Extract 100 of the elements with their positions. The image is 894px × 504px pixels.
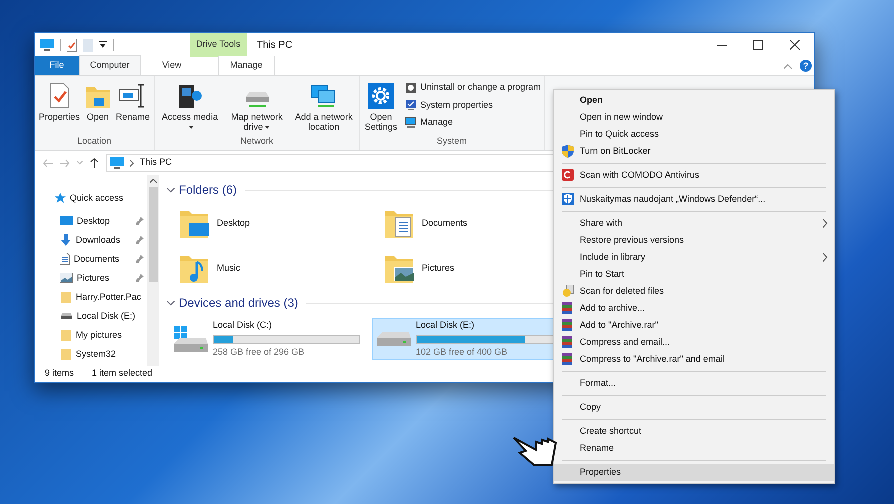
dropdown-icon[interactable] (99, 41, 107, 49)
address-path[interactable]: This PC (140, 156, 172, 170)
pin-icon[interactable] (136, 255, 144, 263)
menu-item[interactable]: Nuskaitymas naudojant „Windows Defender“... (554, 191, 834, 208)
status-item-count: 9 items (45, 367, 74, 380)
menu-item[interactable]: Open in new window (554, 109, 834, 126)
menu-item[interactable]: Copy (554, 399, 834, 416)
drive-icon (60, 312, 73, 320)
help-button[interactable]: ? (800, 60, 812, 72)
close-icon (790, 40, 800, 50)
folder-name[interactable]: Desktop (217, 217, 250, 231)
drive-name: Local Disk (C:) (213, 319, 274, 332)
menu-item[interactable]: Format... (554, 375, 834, 392)
drive-name: Local Disk (E:) (416, 319, 476, 332)
pin-icon[interactable] (136, 236, 144, 244)
contextual-tab-header: Drive Tools (190, 33, 247, 57)
maximize-icon (753, 40, 763, 50)
menu-item[interactable]: Add to archive... (554, 300, 834, 317)
media-tower-icon (177, 83, 204, 109)
back-arrow-icon[interactable] (43, 158, 53, 168)
scrollbar-thumb[interactable] (148, 187, 158, 282)
folder-icon (85, 85, 112, 109)
archive-books-icon (562, 302, 572, 314)
menu-item[interactable]: Pin to Start (554, 266, 834, 283)
folder-icon (60, 291, 72, 303)
minimize-icon (717, 44, 727, 46)
drive-tile[interactable]: Local Disk (C:) 258 GB free of 296 GB (169, 318, 364, 360)
nav-item[interactable]: Local Disk (E:) (35, 308, 147, 324)
menu-item[interactable]: Include in library (554, 249, 834, 266)
ribbon-small-button[interactable]: System properties (405, 98, 542, 112)
search-files-icon (562, 285, 575, 297)
ribbon-tab[interactable]: File (35, 56, 79, 75)
nav-item[interactable]: Downloads (35, 232, 147, 248)
system-drive-icon (173, 325, 209, 353)
ribbon-button[interactable]: Rename (115, 81, 152, 122)
dropdown-caret-icon[interactable] (77, 161, 83, 165)
ribbon-tab[interactable]: View (141, 56, 203, 75)
menu-item[interactable]: Open (554, 92, 834, 109)
antivirus-icon (562, 169, 574, 181)
scroll-up-icon[interactable] (150, 179, 156, 183)
properties-icon[interactable] (67, 38, 77, 52)
ribbon-small-button[interactable]: Manage (405, 116, 542, 130)
scrollbar[interactable] (147, 175, 159, 366)
star-icon (55, 192, 66, 204)
ribbon-group-label: System (436, 134, 468, 148)
nav-item[interactable]: Documents (35, 251, 147, 267)
ribbon-button[interactable]: Map network drive (225, 81, 290, 132)
computer-icon[interactable] (40, 39, 54, 51)
breadcrumb-chevron-icon (130, 160, 134, 166)
nav-item[interactable]: Desktop (35, 213, 147, 229)
desktop-icon (60, 216, 73, 226)
ribbon-button[interactable]: Access media (158, 81, 222, 132)
ribbon-button[interactable]: Open (84, 81, 112, 122)
dropdown-caret-icon (265, 126, 270, 130)
status-selection: 1 item selected (92, 367, 153, 380)
folder-name[interactable]: Pictures (422, 262, 455, 276)
folder-icon (60, 329, 72, 341)
menu-item[interactable]: Pin to Quick access (554, 126, 834, 143)
ribbon-group-label: Network (240, 134, 275, 148)
nav-item[interactable]: System32 (35, 346, 147, 362)
archive-books-icon (562, 353, 572, 365)
nav-item[interactable]: My pictures (35, 327, 147, 343)
menu-item[interactable]: Create shortcut (554, 423, 834, 440)
ribbon-button[interactable]: Properties (38, 81, 82, 122)
computer-check-icon (405, 99, 418, 112)
nav-item[interactable]: Harry.Potter.Pac (35, 289, 147, 305)
up-arrow-icon[interactable] (90, 158, 99, 168)
pin-icon[interactable] (136, 274, 144, 282)
ribbon-button[interactable]: Open Settings (363, 81, 400, 132)
collapse-chevron-icon[interactable] (167, 300, 175, 306)
menu-item[interactable]: Rename (554, 440, 834, 457)
program-box-icon (405, 82, 418, 94)
menu-item[interactable]: Properties (554, 464, 834, 481)
collapse-chevron-icon[interactable] (167, 188, 175, 192)
ribbon-tab[interactable]: Manage (218, 56, 275, 75)
collapse-icon[interactable] (784, 64, 792, 68)
section-heading[interactable]: Devices and drives (3) (179, 294, 298, 312)
ribbon-button[interactable]: Add a network location (292, 81, 356, 132)
nav-item[interactable]: Pictures (35, 270, 147, 286)
forward-arrow-icon[interactable] (60, 158, 70, 168)
nav-item[interactable]: Quick access (35, 190, 147, 206)
ribbon-small-button[interactable]: Uninstall or change a program (405, 81, 542, 94)
ribbon-group-label: Location (76, 134, 113, 148)
section-heading[interactable]: Folders (6) (179, 181, 238, 199)
pin-icon[interactable] (136, 217, 144, 225)
menu-item[interactable]: Scan for deleted files (554, 283, 834, 300)
down-arrow-icon (60, 234, 72, 246)
menu-item[interactable]: Share with (554, 215, 834, 232)
menu-item[interactable]: Restore previous versions (554, 232, 834, 249)
computer-icon (110, 157, 124, 169)
shield-icon (562, 145, 574, 158)
folder-name[interactable]: Documents (422, 217, 468, 231)
settings-icon (368, 83, 394, 109)
shield-cross-icon (562, 193, 574, 205)
ribbon-tab[interactable]: Computer (79, 55, 141, 75)
dropdown-caret-icon (188, 126, 194, 130)
archive-books-icon (562, 319, 572, 331)
archive-books-icon (562, 336, 572, 348)
document-icon (60, 253, 70, 265)
folder-name[interactable]: Music (217, 262, 241, 276)
